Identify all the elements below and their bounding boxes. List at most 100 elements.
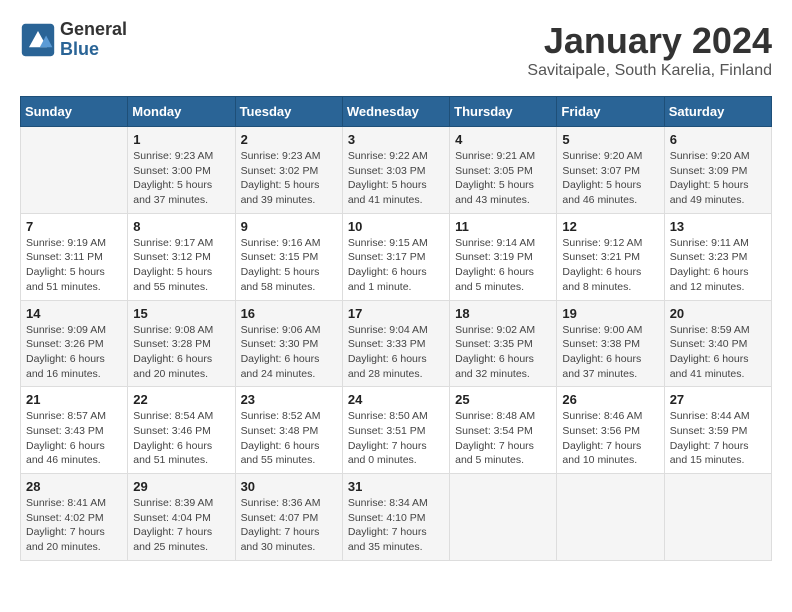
calendar-cell: [21, 127, 128, 214]
day-number: 7: [26, 219, 122, 234]
calendar-cell: 23Sunrise: 8:52 AM Sunset: 3:48 PM Dayli…: [235, 387, 342, 474]
day-info: Sunrise: 8:57 AM Sunset: 3:43 PM Dayligh…: [26, 409, 122, 468]
day-info: Sunrise: 8:36 AM Sunset: 4:07 PM Dayligh…: [241, 496, 337, 555]
calendar-cell: [664, 474, 771, 561]
calendar-cell: 20Sunrise: 8:59 AM Sunset: 3:40 PM Dayli…: [664, 300, 771, 387]
calendar-cell: 21 Sunrise: 8:57 AM Sunset: 3:43 PM Dayli…: [21, 387, 128, 474]
calendar-cell: 8 Sunrise: 9:17 AM Sunset: 3:12 PM Daylig…: [128, 213, 235, 300]
calendar-cell: 6 Sunrise: 9:20 AM Sunset: 3:09 PM Daylig…: [664, 127, 771, 214]
day-number: 6: [670, 132, 766, 147]
day-info: Sunrise: 8:44 AM Sunset: 3:59 PM Dayligh…: [670, 409, 766, 468]
calendar-cell: 25 Sunrise: 8:48 AM Sunset: 3:54 PM Dayli…: [450, 387, 557, 474]
day-info: Sunrise: 9:17 AM Sunset: 3:12 PM Dayligh…: [133, 236, 229, 295]
day-number: 28: [26, 479, 122, 494]
calendar-week-row: 21 Sunrise: 8:57 AM Sunset: 3:43 PM Dayli…: [21, 387, 772, 474]
day-info: Sunrise: 9:15 AM Sunset: 3:17 PM Dayligh…: [348, 236, 444, 295]
day-number: 19: [562, 306, 658, 321]
header-wednesday: Wednesday: [342, 97, 449, 127]
day-info: Sunrise: 9:00 AM Sunset: 3:38 PM Dayligh…: [562, 323, 658, 382]
day-number: 4: [455, 132, 551, 147]
header-friday: Friday: [557, 97, 664, 127]
calendar-cell: [450, 474, 557, 561]
calendar-table: SundayMondayTuesdayWednesdayThursdayFrid…: [20, 96, 772, 561]
day-info: Sunrise: 9:08 AM Sunset: 3:28 PM Dayligh…: [133, 323, 229, 382]
header-saturday: Saturday: [664, 97, 771, 127]
day-number: 21: [26, 392, 122, 407]
day-info: Sunrise: 9:20 AM Sunset: 3:09 PM Dayligh…: [670, 149, 766, 208]
day-info: Sunrise: 9:12 AM Sunset: 3:21 PM Dayligh…: [562, 236, 658, 295]
calendar-cell: 28 Sunrise: 8:41 AM Sunset: 4:02 PM Dayli…: [21, 474, 128, 561]
header-tuesday: Tuesday: [235, 97, 342, 127]
calendar-week-row: 14Sunrise: 9:09 AM Sunset: 3:26 PM Dayli…: [21, 300, 772, 387]
day-info: Sunrise: 8:39 AM Sunset: 4:04 PM Dayligh…: [133, 496, 229, 555]
calendar-week-row: 1Sunrise: 9:23 AM Sunset: 3:00 PM Daylig…: [21, 127, 772, 214]
calendar-cell: 7 Sunrise: 9:19 AM Sunset: 3:11 PM Daylig…: [21, 213, 128, 300]
day-number: 17: [348, 306, 444, 321]
day-number: 10: [348, 219, 444, 234]
calendar-cell: 3 Sunrise: 9:22 AM Sunset: 3:03 PM Daylig…: [342, 127, 449, 214]
day-info: Sunrise: 9:19 AM Sunset: 3:11 PM Dayligh…: [26, 236, 122, 295]
calendar-week-row: 28 Sunrise: 8:41 AM Sunset: 4:02 PM Dayli…: [21, 474, 772, 561]
day-number: 22: [133, 392, 229, 407]
day-number: 11: [455, 219, 551, 234]
calendar-cell: 5Sunrise: 9:20 AM Sunset: 3:07 PM Daylig…: [557, 127, 664, 214]
day-number: 30: [241, 479, 337, 494]
day-info: Sunrise: 8:52 AM Sunset: 3:48 PM Dayligh…: [241, 409, 337, 468]
calendar-header-row: SundayMondayTuesdayWednesdayThursdayFrid…: [21, 97, 772, 127]
day-info: Sunrise: 9:11 AM Sunset: 3:23 PM Dayligh…: [670, 236, 766, 295]
day-number: 8: [133, 219, 229, 234]
day-number: 24: [348, 392, 444, 407]
calendar-cell: 30 Sunrise: 8:36 AM Sunset: 4:07 PM Dayli…: [235, 474, 342, 561]
day-info: Sunrise: 8:41 AM Sunset: 4:02 PM Dayligh…: [26, 496, 122, 555]
calendar-title: January 2024: [527, 20, 772, 62]
day-info: Sunrise: 8:46 AM Sunset: 3:56 PM Dayligh…: [562, 409, 658, 468]
day-info: Sunrise: 8:59 AM Sunset: 3:40 PM Dayligh…: [670, 323, 766, 382]
day-number: 12: [562, 219, 658, 234]
day-info: Sunrise: 8:54 AM Sunset: 3:46 PM Dayligh…: [133, 409, 229, 468]
day-info: Sunrise: 9:20 AM Sunset: 3:07 PM Dayligh…: [562, 149, 658, 208]
day-number: 13: [670, 219, 766, 234]
day-number: 18: [455, 306, 551, 321]
day-info: Sunrise: 9:09 AM Sunset: 3:26 PM Dayligh…: [26, 323, 122, 382]
title-block: January 2024 Savitaipale, South Karelia,…: [527, 20, 772, 80]
calendar-cell: 29 Sunrise: 8:39 AM Sunset: 4:04 PM Dayli…: [128, 474, 235, 561]
day-info: Sunrise: 9:06 AM Sunset: 3:30 PM Dayligh…: [241, 323, 337, 382]
day-info: Sunrise: 9:23 AM Sunset: 3:00 PM Dayligh…: [133, 149, 229, 208]
day-info: Sunrise: 9:22 AM Sunset: 3:03 PM Dayligh…: [348, 149, 444, 208]
day-number: 15: [133, 306, 229, 321]
logo: General Blue: [20, 20, 127, 60]
day-info: Sunrise: 8:48 AM Sunset: 3:54 PM Dayligh…: [455, 409, 551, 468]
day-number: 26: [562, 392, 658, 407]
day-number: 3: [348, 132, 444, 147]
day-info: Sunrise: 9:04 AM Sunset: 3:33 PM Dayligh…: [348, 323, 444, 382]
page-header: General Blue January 2024 Savitaipale, S…: [20, 20, 772, 80]
calendar-cell: 22 Sunrise: 8:54 AM Sunset: 3:46 PM Dayli…: [128, 387, 235, 474]
day-number: 27: [670, 392, 766, 407]
calendar-subtitle: Savitaipale, South Karelia, Finland: [527, 62, 772, 80]
calendar-cell: 16 Sunrise: 9:06 AM Sunset: 3:30 PM Dayli…: [235, 300, 342, 387]
header-thursday: Thursday: [450, 97, 557, 127]
day-number: 16: [241, 306, 337, 321]
day-number: 29: [133, 479, 229, 494]
calendar-cell: 26 Sunrise: 8:46 AM Sunset: 3:56 PM Dayli…: [557, 387, 664, 474]
calendar-cell: 19 Sunrise: 9:00 AM Sunset: 3:38 PM Dayli…: [557, 300, 664, 387]
day-info: Sunrise: 9:02 AM Sunset: 3:35 PM Dayligh…: [455, 323, 551, 382]
header-sunday: Sunday: [21, 97, 128, 127]
day-number: 2: [241, 132, 337, 147]
calendar-week-row: 7 Sunrise: 9:19 AM Sunset: 3:11 PM Daylig…: [21, 213, 772, 300]
calendar-cell: 1Sunrise: 9:23 AM Sunset: 3:00 PM Daylig…: [128, 127, 235, 214]
day-number: 25: [455, 392, 551, 407]
calendar-cell: 2 Sunrise: 9:23 AM Sunset: 3:02 PM Daylig…: [235, 127, 342, 214]
calendar-cell: [557, 474, 664, 561]
header-monday: Monday: [128, 97, 235, 127]
logo-general-text: General: [60, 20, 127, 40]
day-info: Sunrise: 9:16 AM Sunset: 3:15 PM Dayligh…: [241, 236, 337, 295]
calendar-cell: 15 Sunrise: 9:08 AM Sunset: 3:28 PM Dayli…: [128, 300, 235, 387]
logo-blue-text: Blue: [60, 40, 127, 60]
calendar-cell: 27 Sunrise: 8:44 AM Sunset: 3:59 PM Dayli…: [664, 387, 771, 474]
day-info: Sunrise: 8:50 AM Sunset: 3:51 PM Dayligh…: [348, 409, 444, 468]
day-info: Sunrise: 9:23 AM Sunset: 3:02 PM Dayligh…: [241, 149, 337, 208]
calendar-cell: 13 Sunrise: 9:11 AM Sunset: 3:23 PM Dayli…: [664, 213, 771, 300]
day-number: 31: [348, 479, 444, 494]
calendar-cell: 31Sunrise: 8:34 AM Sunset: 4:10 PM Dayli…: [342, 474, 449, 561]
